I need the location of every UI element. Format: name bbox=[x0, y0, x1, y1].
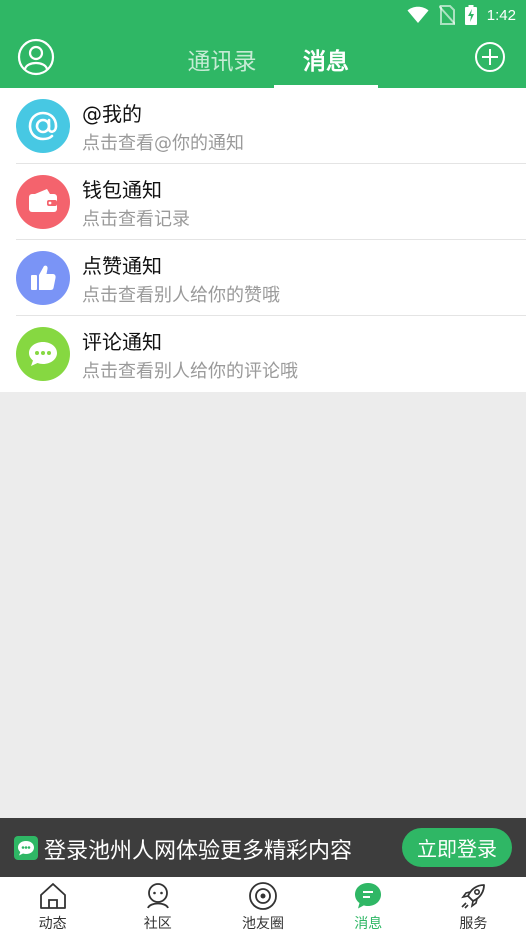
item-title: @我的 bbox=[82, 102, 142, 126]
home-icon bbox=[39, 883, 66, 909]
item-title: 钱包通知 bbox=[82, 178, 162, 202]
add-circle-icon[interactable] bbox=[474, 41, 506, 73]
list-item-likes[interactable]: 点赞通知 点击查看别人给你的赞哦 bbox=[0, 240, 526, 316]
nav-item-messages[interactable]: 消息 bbox=[316, 877, 421, 935]
login-prompt-text: 登录池州人网体验更多精彩内容 bbox=[44, 839, 353, 864]
list-item-wallet[interactable]: 钱包通知 点击查看记录 bbox=[0, 164, 526, 240]
login-banner: 登录池州人网体验更多精彩内容 立即登录 bbox=[0, 818, 526, 877]
nav-label: 消息 bbox=[354, 916, 383, 932]
login-now-button[interactable]: 立即登录 bbox=[402, 828, 512, 867]
item-subtitle: 点击查看别人给你的赞哦 bbox=[82, 285, 280, 306]
top-app-bar: 1:42 通讯录 消息 bbox=[0, 0, 526, 88]
tab-contacts[interactable]: 通讯录 bbox=[170, 30, 274, 88]
thumbs-up-icon bbox=[16, 251, 70, 305]
item-subtitle: 点击查看记录 bbox=[82, 209, 190, 230]
item-subtitle: 点击查看@你的通知 bbox=[82, 133, 244, 154]
nav-item-feed[interactable]: 动态 bbox=[0, 877, 105, 935]
item-title: 点赞通知 bbox=[82, 254, 162, 278]
battery-charging-icon bbox=[464, 5, 477, 25]
nav-item-friends-circle[interactable]: 池友圈 bbox=[210, 877, 315, 935]
community-icon bbox=[146, 883, 169, 909]
bottom-nav: 动态 社区 池友圈 消息 服务 bbox=[0, 877, 526, 935]
item-subtitle: 点击查看别人给你的评论哦 bbox=[82, 361, 298, 382]
message-icon bbox=[355, 883, 382, 909]
nav-label: 服务 bbox=[459, 916, 488, 932]
status-time: 1:42 bbox=[486, 6, 516, 24]
wallet-icon bbox=[16, 175, 70, 229]
message-list: @我的 点击查看@你的通知 钱包通知 点击查看记录 点赞通知 点击查看别人给你的… bbox=[0, 88, 526, 392]
list-item-comments[interactable]: 评论通知 点击查看别人给你的评论哦 bbox=[0, 316, 526, 392]
no-sim-icon bbox=[438, 5, 455, 25]
nav-item-community[interactable]: 社区 bbox=[105, 877, 210, 935]
nav-label: 池友圈 bbox=[242, 916, 284, 932]
nav-label: 社区 bbox=[143, 916, 172, 932]
item-title: 评论通知 bbox=[82, 330, 162, 354]
rocket-icon bbox=[461, 884, 486, 909]
header-tabs: 通讯录 消息 bbox=[170, 30, 378, 88]
nav-label: 动态 bbox=[38, 916, 67, 932]
comment-icon bbox=[16, 327, 70, 381]
app-logo-icon bbox=[14, 836, 38, 860]
status-bar: 1:42 bbox=[0, 0, 526, 30]
tab-messages[interactable]: 消息 bbox=[274, 30, 378, 88]
friends-circle-icon bbox=[249, 882, 277, 910]
wifi-icon bbox=[407, 6, 429, 23]
nav-item-services[interactable]: 服务 bbox=[421, 877, 526, 935]
profile-avatar-icon[interactable] bbox=[17, 38, 55, 76]
at-icon bbox=[16, 99, 70, 153]
list-item-at-me[interactable]: @我的 点击查看@你的通知 bbox=[0, 88, 526, 164]
